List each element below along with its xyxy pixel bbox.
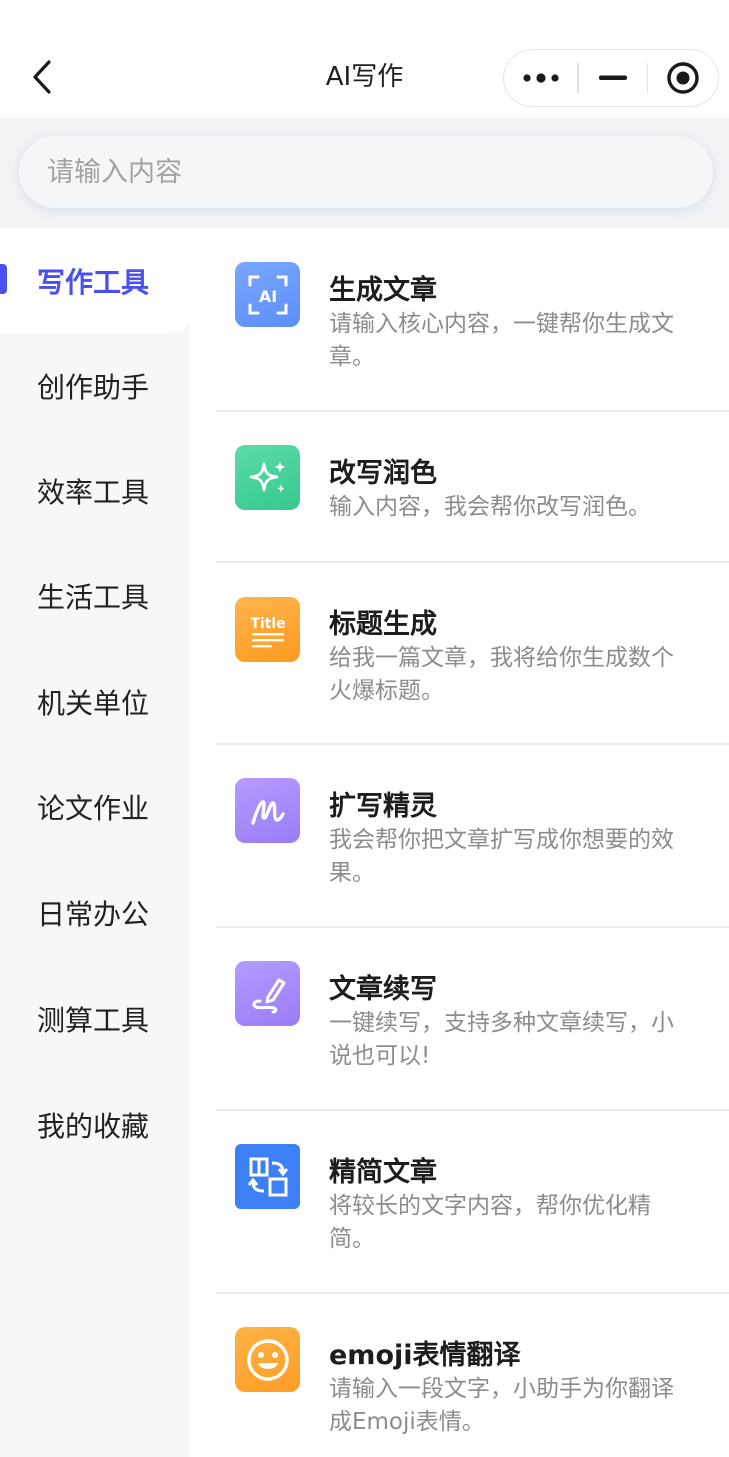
sidebar-item-label: 效率工具 [37, 475, 150, 509]
tool-description: 我会帮你把文章扩写成你想要的效果。 [329, 827, 674, 886]
pen-icon [235, 961, 300, 1026]
tool-description: 请输入一段文字，小助手为你翻译成Emoji表情。 [329, 1376, 674, 1435]
sidebar-item-label: 日常办公 [37, 897, 150, 931]
sidebar-item-label: 写作工具 [37, 265, 150, 299]
sidebar-item-efficiency-tools[interactable]: 效率工具 [0, 438, 190, 543]
title-icon: Title [235, 597, 300, 662]
minimize-icon [598, 75, 627, 80]
ai-frame-icon: AI [235, 262, 300, 327]
tool-item-expand-writing[interactable]: 扩写精灵 我会帮你把文章扩写成你想要的效果。 [216, 744, 729, 926]
convert-icon [235, 1144, 300, 1209]
tool-description: 将较长的文字内容，帮你优化精简。 [329, 1193, 651, 1252]
active-indicator [0, 264, 7, 294]
sidebar-item-label: 生活工具 [37, 580, 150, 614]
app-window: AI写作 请输入内容 写作工具 创作助手 效率工具 生活工具 机关单位 论文作业… [0, 0, 729, 1457]
tool-item-emoji-translate[interactable]: emoji表情翻译 请输入一段文字，小助手为你翻译成Emoji表情。 [216, 1293, 729, 1457]
more-button[interactable] [504, 50, 577, 106]
tool-description: 一键续写，支持多种文章续写，小说也可以! [329, 1010, 674, 1069]
tool-description: 请输入核心内容，一键帮你生成文章。 [329, 311, 674, 370]
search-box [19, 136, 713, 208]
tool-item-title-generator[interactable]: Title 标题生成 给我一篇文章，我将给你生成数个火爆标题。 [216, 562, 729, 743]
nav-header: AI写作 [0, 0, 729, 118]
tool-item-continue-writing[interactable]: 文章续写 一键续写，支持多种文章续写，小说也可以! [216, 927, 729, 1109]
search-input[interactable] [19, 136, 713, 208]
sidebar-item-life-tools[interactable]: 生活工具 [0, 543, 190, 648]
sidebar-item-creation-assistant[interactable]: 创作助手 [0, 333, 190, 438]
svg-text:Title: Title [250, 616, 285, 632]
sidebar-item-label: 创作助手 [37, 370, 150, 404]
sidebar-item-papers-homework[interactable]: 论文作业 [0, 754, 190, 859]
tool-name: 改写润色 [329, 458, 437, 489]
sidebar-item-label: 测算工具 [37, 1003, 150, 1037]
mini-program-capsule [503, 49, 719, 107]
tool-description: 给我一篇文章，我将给你生成数个火爆标题。 [329, 645, 674, 704]
tool-description: 输入内容，我会帮你改写润色。 [329, 494, 651, 520]
category-sidebar: 写作工具 创作助手 效率工具 生活工具 机关单位 论文作业 日常办公 测算工具 … [0, 228, 190, 1457]
svg-text:AI: AI [258, 287, 276, 306]
tool-item-simplify-article[interactable]: 精简文章 将较长的文字内容，帮你优化精简。 [216, 1110, 729, 1292]
sidebar-item-government[interactable]: 机关单位 [0, 649, 190, 754]
sidebar-item-calculation-tools[interactable]: 测算工具 [0, 966, 190, 1071]
tool-name: 精简文章 [329, 1157, 437, 1188]
tool-name: 扩写精灵 [329, 791, 437, 822]
tool-list: AI 生成文章 请输入核心内容，一键帮你生成文章。 改写润色 输入内容，我会帮你… [190, 228, 729, 1457]
tool-name: 文章续写 [329, 974, 437, 1005]
sidebar-item-daily-office[interactable]: 日常办公 [0, 860, 190, 965]
tool-item-generate-article[interactable]: AI 生成文章 请输入核心内容，一键帮你生成文章。 [216, 228, 729, 410]
sidebar-item-label: 论文作业 [37, 791, 150, 825]
handwriting-icon [235, 778, 300, 843]
sidebar-item-label: 我的收藏 [37, 1109, 150, 1143]
sidebar-item-favorites[interactable]: 我的收藏 [0, 1072, 190, 1177]
more-dots-icon [522, 73, 559, 83]
sparkle-icon [235, 445, 300, 510]
smiley-icon [235, 1327, 300, 1392]
close-button[interactable] [648, 50, 718, 106]
search-area [0, 118, 729, 228]
tool-name: 生成文章 [329, 275, 437, 306]
sidebar-item-writing-tools[interactable]: 写作工具 [0, 228, 190, 333]
tool-name: emoji表情翻译 [329, 1340, 521, 1371]
sidebar-item-label: 机关单位 [37, 686, 150, 720]
target-circle-icon [667, 62, 699, 94]
minimize-button[interactable] [579, 50, 647, 106]
tool-item-rewrite-polish[interactable]: 改写润色 输入内容，我会帮你改写润色。 [216, 411, 729, 561]
tool-name: 标题生成 [329, 609, 437, 640]
